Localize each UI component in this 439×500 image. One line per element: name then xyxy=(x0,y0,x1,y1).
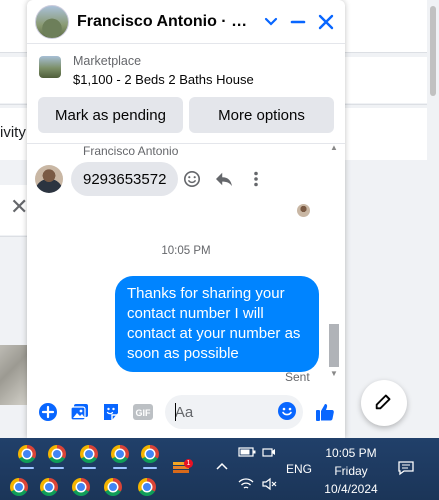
more-icon[interactable] xyxy=(245,168,267,190)
message-input[interactable]: Aa xyxy=(164,395,304,429)
svg-text:GIF: GIF xyxy=(135,408,151,418)
reply-icon[interactable] xyxy=(213,168,235,190)
notification-badge: 1 xyxy=(184,459,193,468)
chrome-icon[interactable] xyxy=(141,445,159,463)
camera-icon[interactable] xyxy=(262,446,276,461)
text-caret xyxy=(174,403,176,421)
message-timestamp: 10:05 PM xyxy=(161,245,211,257)
chevron-up-icon[interactable] xyxy=(216,460,228,474)
chevron-down-icon[interactable] xyxy=(258,8,284,36)
listing-title: $1,100 - 2 Beds 2 Baths House xyxy=(73,72,254,87)
listing-kicker: Marketplace xyxy=(73,54,142,68)
clock-time[interactable]: 10:05 PM xyxy=(325,446,377,460)
thread-scrollbar[interactable]: ▲ ▼ xyxy=(327,141,341,381)
chrome-icon[interactable] xyxy=(72,478,90,496)
clock-date[interactable]: 10/4/2024 xyxy=(320,482,382,496)
wifi-icon[interactable] xyxy=(238,477,254,494)
sticker-icon[interactable] xyxy=(99,400,123,424)
message-actions xyxy=(181,168,267,190)
background-close-icon[interactable]: ✕ xyxy=(10,196,28,218)
emoji-react-icon[interactable] xyxy=(181,168,203,190)
new-message-button[interactable] xyxy=(361,380,407,426)
close-icon[interactable] xyxy=(313,8,339,36)
scroll-down-icon[interactable]: ▼ xyxy=(330,369,338,378)
more-options-button[interactable]: More options xyxy=(189,97,334,133)
listing-summary[interactable]: Marketplace $1,100 - 2 Beds 2 Baths Hous… xyxy=(27,44,345,93)
background-fragment-text: ivity xyxy=(0,124,26,141)
chat-header[interactable]: Francisco Antonio · 2 Beds… xyxy=(27,0,345,44)
emoji-icon[interactable] xyxy=(277,401,297,426)
incoming-message[interactable]: 9293653572 xyxy=(71,162,179,196)
message-thread: Francisco Antonio 9293653572 10:05 PM Th… xyxy=(27,141,345,384)
chrome-icon[interactable] xyxy=(104,478,122,496)
listing-avatar[interactable] xyxy=(35,4,69,39)
seen-indicator-avatar xyxy=(297,204,310,217)
chrome-icon[interactable] xyxy=(111,445,129,463)
listing-actions: Mark as pending More options xyxy=(27,93,345,144)
delivery-status: Sent xyxy=(285,370,310,384)
listing-thumbnail xyxy=(39,56,61,78)
image-icon[interactable] xyxy=(68,400,92,424)
chrome-icon[interactable] xyxy=(80,445,98,463)
compose-icon xyxy=(373,390,395,417)
mark-as-pending-button[interactable]: Mark as pending xyxy=(38,97,183,133)
volume-mute-icon[interactable] xyxy=(262,477,278,494)
chat-title[interactable]: Francisco Antonio · 2 Beds… xyxy=(77,13,256,31)
input-language[interactable]: ENG xyxy=(286,462,312,476)
chrome-icon[interactable] xyxy=(138,478,156,496)
chrome-icon[interactable] xyxy=(40,478,58,496)
plus-icon[interactable] xyxy=(36,400,60,424)
page-scrollbar[interactable] xyxy=(427,0,439,438)
chrome-icon[interactable] xyxy=(10,478,28,496)
chrome-icon[interactable] xyxy=(18,445,36,463)
chrome-icon[interactable] xyxy=(48,445,66,463)
sender-name: Francisco Antonio xyxy=(83,144,179,158)
like-icon[interactable] xyxy=(313,400,337,424)
message-input-placeholder: Aa xyxy=(174,403,194,421)
chat-window: Francisco Antonio · 2 Beds… Marketplace … xyxy=(27,0,345,438)
outgoing-message[interactable]: Thanks for sharing your contact number I… xyxy=(115,276,319,372)
minimize-icon[interactable] xyxy=(286,8,312,36)
clock-day[interactable]: Friday xyxy=(325,464,377,478)
battery-icon[interactable] xyxy=(238,446,256,461)
scroll-up-icon[interactable]: ▲ xyxy=(330,143,338,152)
background-photo xyxy=(0,345,30,405)
notification-icon[interactable] xyxy=(398,460,414,479)
message-composer: GIF Aa xyxy=(27,390,345,434)
sender-avatar[interactable] xyxy=(35,165,63,193)
gif-icon[interactable]: GIF xyxy=(131,400,155,424)
scroll-thumb[interactable] xyxy=(329,324,339,367)
